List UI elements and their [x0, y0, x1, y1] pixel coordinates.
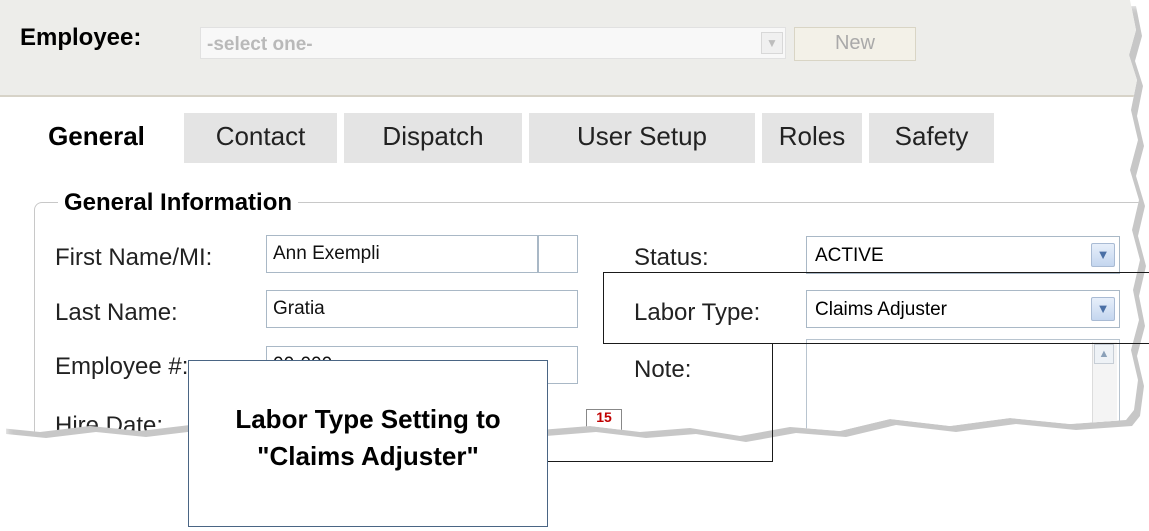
- tab-contact[interactable]: Contact: [184, 113, 337, 163]
- callout-connector: [545, 344, 773, 462]
- employee-select-placeholder: -select one-: [207, 34, 313, 55]
- chevron-up-icon[interactable]: ▲: [1094, 344, 1114, 364]
- tab-dispatch[interactable]: Dispatch: [344, 113, 522, 163]
- status-select[interactable]: ACTIVE ▼: [806, 236, 1120, 274]
- middle-initial-input[interactable]: [538, 235, 578, 273]
- chevron-down-icon[interactable]: ▼: [761, 32, 783, 54]
- general-information-title: General Information: [58, 189, 299, 217]
- new-button[interactable]: New: [794, 27, 916, 61]
- status-label: Status:: [634, 244, 709, 271]
- first-name-input[interactable]: Ann Exempli: [266, 235, 538, 273]
- employee-number-label: Employee #:: [55, 353, 189, 380]
- note-scrollbar[interactable]: ▲: [1092, 342, 1117, 436]
- last-name-input[interactable]: Gratia: [266, 290, 578, 328]
- callout-line-2: "Claims Adjuster": [257, 441, 479, 471]
- chevron-down-icon[interactable]: ▼: [1091, 243, 1115, 267]
- last-name-label: Last Name:: [55, 299, 178, 326]
- labor-type-highlight: [603, 272, 1149, 344]
- employee-label: Employee:: [20, 24, 142, 51]
- tab-safety[interactable]: Safety: [869, 113, 994, 163]
- annotation-callout: Labor Type Setting to "Claims Adjuster": [188, 360, 548, 527]
- callout-line-1: Labor Type Setting to: [235, 404, 501, 434]
- first-name-label: First Name/MI:: [55, 244, 213, 271]
- employee-select[interactable]: -select one- ▼: [200, 27, 786, 59]
- tab-general[interactable]: General: [16, 113, 177, 163]
- tab-user-setup[interactable]: User Setup: [529, 113, 755, 163]
- employee-header: Employee: -select one- ▼ New: [0, 0, 1140, 97]
- tab-roles[interactable]: Roles: [762, 113, 862, 163]
- status-value: ACTIVE: [815, 245, 884, 266]
